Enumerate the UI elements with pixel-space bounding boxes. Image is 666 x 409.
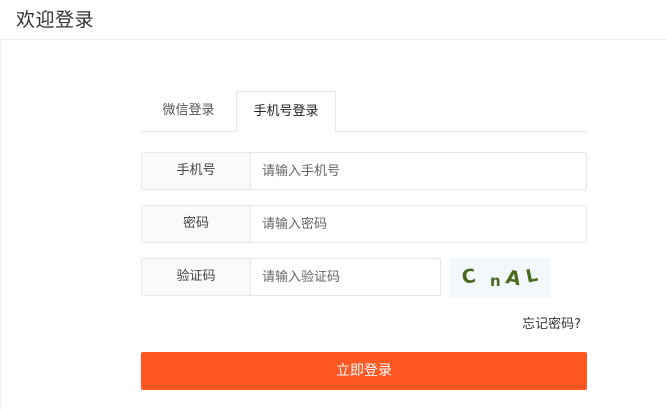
phone-row: 手机号 <box>141 152 587 190</box>
captcha-row: 验证码 <box>141 258 441 296</box>
page-header: 欢迎登录 <box>0 0 666 40</box>
password-label: 密码 <box>142 206 251 242</box>
captcha-char: L <box>524 265 540 288</box>
captcha-image[interactable]: C n A L <box>450 258 550 298</box>
captcha-label: 验证码 <box>142 259 251 295</box>
phone-label: 手机号 <box>142 153 251 189</box>
captcha-char: n <box>490 272 501 290</box>
phone-input[interactable] <box>251 153 586 189</box>
captcha-glyphs: C n A L <box>460 265 540 291</box>
forgot-password-link[interactable]: 忘记密码? <box>480 316 581 334</box>
left-divider <box>0 40 1 409</box>
captcha-input[interactable] <box>251 259 440 295</box>
tab-wechat-login[interactable]: 微信登录 <box>141 91 236 132</box>
password-input[interactable] <box>251 206 586 242</box>
login-button[interactable]: 立即登录 <box>141 352 587 390</box>
captcha-char: A <box>504 266 523 290</box>
captcha-char: C <box>460 265 477 289</box>
login-page: 欢迎登录 微信登录 手机号登录 手机号 密码 验证码 C n A L 忘记密码?… <box>0 0 666 409</box>
password-row: 密码 <box>141 205 587 243</box>
login-tabs: 微信登录 手机号登录 <box>141 91 587 132</box>
tab-phone-login[interactable]: 手机号登录 <box>236 91 336 132</box>
page-title: 欢迎登录 <box>16 9 95 31</box>
